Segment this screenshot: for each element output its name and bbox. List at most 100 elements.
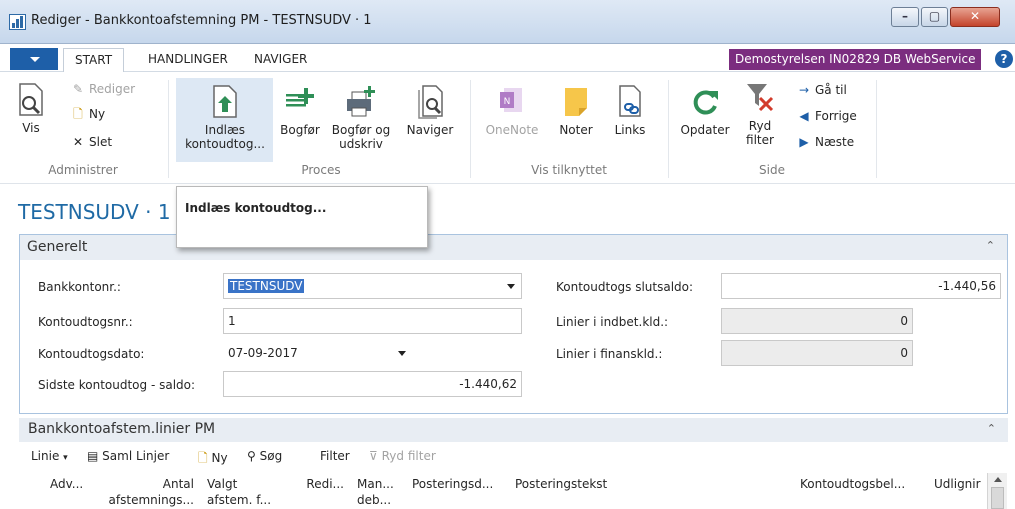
chevron-down-icon[interactable]: [507, 284, 515, 289]
forrige-button[interactable]: ◀ Forrige: [796, 108, 856, 124]
ny-button[interactable]: 🗋 Ny: [70, 106, 105, 122]
kontoudtogsnr-value: 1: [228, 314, 236, 328]
pencil-icon: ✎: [72, 82, 84, 96]
collapse-icon[interactable]: ⌃: [987, 422, 996, 435]
lines-header[interactable]: Bankkontoafstem.linier PM ⌃: [19, 418, 1008, 442]
slutsaldo-value: -1.440,56: [938, 279, 996, 293]
column-header-adv[interactable]: Adv...: [50, 476, 83, 492]
gaa-til-button[interactable]: → Gå til: [796, 82, 847, 98]
close-button[interactable]: ✕: [950, 7, 1000, 27]
ny-line-button[interactable]: 🗋 Ny: [198, 449, 228, 470]
group-separator: [470, 80, 471, 178]
linier-indbet-field: 0: [721, 308, 913, 334]
linie-menu[interactable]: Linie ▾: [31, 449, 68, 463]
group-separator: [876, 80, 877, 178]
tab-handlinger[interactable]: HANDLINGER: [148, 52, 228, 66]
ryd-filter-button[interactable]: Ryd filter: [740, 80, 780, 147]
vertical-scrollbar[interactable]: [987, 473, 1007, 509]
ryd-filter-line-button[interactable]: ⊽ Ryd filter: [369, 449, 436, 463]
column-header-posteringstekst[interactable]: Posteringstekst: [515, 476, 607, 492]
bankkontonr-label: Bankkontonr.:: [38, 280, 121, 294]
chevron-down-icon: [30, 57, 40, 62]
post-icon: [286, 88, 314, 107]
title-bar: Rediger - Bankkontoafstemning PM - TESTN…: [0, 0, 1015, 44]
tab-naviger[interactable]: NAVIGER: [254, 52, 307, 66]
note-icon: [565, 88, 587, 116]
noter-button[interactable]: Noter: [550, 84, 602, 137]
column-header-udligning[interactable]: Udlignir: [934, 476, 986, 492]
lines-title: Bankkontoafstem.linier PM: [28, 421, 216, 437]
soeg-button[interactable]: ⚲ Søg: [247, 449, 282, 463]
rediger-button[interactable]: ✎ Rediger: [70, 81, 135, 97]
page-title: TESTNSUDV · 1: [18, 200, 171, 224]
links-button[interactable]: Links: [605, 84, 655, 137]
group-label-side: Side: [759, 163, 785, 177]
kontoudtogsdato-value: 07-09-2017: [228, 346, 298, 360]
tab-start[interactable]: START: [63, 48, 125, 73]
bogfor-og-udskriv-button[interactable]: Bogfør og udskriv: [326, 84, 396, 151]
tooltip-title: Indlæs kontoudtog...: [185, 201, 327, 215]
slet-button[interactable]: ✕ Slet: [70, 134, 112, 150]
bankkontonr-field[interactable]: TESTNSUDV: [223, 273, 522, 299]
onenote-icon: N: [500, 88, 522, 112]
filter-button[interactable]: Filter: [320, 449, 350, 463]
ribbon: Vis ✎ Rediger 🗋 Ny ✕ Slet Administrer Indlæ…: [0, 72, 1015, 184]
indlaes-label-line1: Indlæs: [204, 123, 246, 137]
kontoudtogsnr-field[interactable]: 1: [223, 308, 522, 334]
naviger-button[interactable]: Naviger: [398, 84, 462, 137]
chevron-down-icon[interactable]: [398, 351, 406, 356]
column-header-valgt[interactable]: Valgt afstem. f...: [207, 476, 271, 508]
column-header-man[interactable]: Man... deb...: [357, 476, 394, 508]
help-icon[interactable]: ?: [995, 50, 1013, 68]
group-separator: [168, 80, 169, 178]
ryd-filter-line1: Ryd: [748, 119, 772, 133]
sidste-saldo-value: -1.440,62: [459, 377, 517, 391]
naeste-button[interactable]: ▶ Næste: [796, 134, 854, 150]
refresh-icon: [693, 90, 718, 115]
sidste-saldo-label: Sidste kontoudtog - saldo:: [38, 378, 196, 392]
column-header-posteringsdato[interactable]: Posteringsd...: [412, 476, 493, 492]
column-header-kontoudtogsbelob[interactable]: Kontoudtogsbel...: [800, 476, 905, 492]
arrow-right-icon: →: [798, 83, 810, 97]
scroll-thumb[interactable]: [991, 487, 1004, 509]
group-label-vis-tilknyttet: Vis tilknyttet: [531, 163, 607, 177]
maximize-button[interactable]: ▢: [921, 7, 948, 27]
slutsaldo-label: Kontoudtogs slutsaldo:: [556, 280, 694, 294]
company-badge: Demostyrelsen IN02829 DB WebService: [729, 49, 982, 70]
svg-text:N: N: [504, 97, 511, 107]
onenote-label: OneNote: [485, 123, 539, 137]
scroll-up-icon[interactable]: [994, 477, 1002, 482]
next-icon: ▶: [799, 135, 809, 149]
document-view-icon: [19, 83, 43, 116]
linier-finans-value: 0: [900, 346, 908, 360]
onenote-button[interactable]: N OneNote: [480, 84, 544, 137]
sidste-saldo-field[interactable]: -1.440,62: [223, 371, 522, 397]
minimize-button[interactable]: –: [891, 7, 919, 27]
bogfor-label: Bogfør: [280, 123, 320, 137]
bogfor-udskriv-line2: udskriv: [339, 137, 383, 151]
delete-x-icon: ✕: [72, 135, 84, 149]
indlaes-kontoudtog-button[interactable]: Indlæs kontoudtog...: [180, 84, 270, 151]
opdater-button[interactable]: Opdater: [673, 84, 737, 137]
bogfor-button[interactable]: Bogfør: [275, 84, 325, 137]
kontoudtogsdato-field[interactable]: 07-09-2017: [223, 340, 413, 366]
chevron-down-icon: ▾: [63, 453, 68, 463]
collapse-icon[interactable]: ⌃: [986, 239, 995, 252]
linier-finans-field: 0: [721, 340, 913, 366]
saml-linjer-button[interactable]: ▤ Saml Linjer: [87, 449, 169, 463]
import-statement-icon: [213, 85, 237, 118]
generelt-header[interactable]: Generelt ⌃: [20, 235, 1007, 260]
application-menu-button[interactable]: [10, 48, 58, 70]
opdater-label: Opdater: [680, 123, 730, 137]
slutsaldo-field[interactable]: -1.440,56: [721, 273, 1001, 299]
clear-filter-icon: [747, 84, 774, 112]
bankkontonr-value: TESTNSUDV: [228, 279, 305, 293]
column-header-redi[interactable]: Redi...: [300, 476, 344, 492]
ribbon-tabs: START HANDLINGER NAVIGER Demostyrelsen I…: [0, 44, 1015, 73]
kontoudtogsnr-label: Kontoudtogsnr.:: [38, 315, 133, 329]
previous-icon: ◀: [799, 109, 809, 123]
vis-button[interactable]: Vis: [13, 82, 49, 135]
binoculars-icon: ⚲: [247, 449, 256, 463]
column-header-antal[interactable]: Antal afstemnings...: [104, 476, 194, 508]
group-label-proces: Proces: [301, 163, 341, 177]
